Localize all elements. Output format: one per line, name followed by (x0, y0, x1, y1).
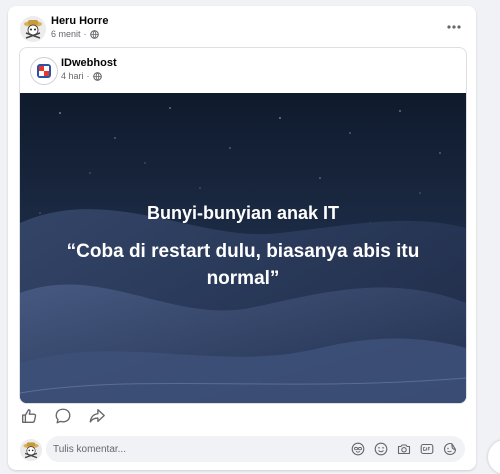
meta-separator: · (86, 71, 90, 81)
share-button[interactable] (88, 407, 106, 425)
avatar-sticker-icon[interactable] (351, 442, 365, 456)
comment-input[interactable] (53, 436, 343, 462)
image-quote: “Coba di restart dulu, biasanya abis itu… (66, 241, 420, 289)
floating-action-button[interactable] (488, 440, 500, 474)
commenter-avatar[interactable] (20, 439, 42, 461)
author-avatar[interactable] (20, 16, 46, 42)
more-options-button[interactable] (444, 17, 464, 33)
post-card: Heru Horre 6 menit · IDwebhost 4 hari · (8, 6, 476, 470)
shared-meta: 4 hari · (61, 71, 102, 81)
comment-tools (351, 442, 457, 456)
image-title: Bunyi-bunyian anak IT (146, 203, 340, 223)
comment-icon (55, 408, 71, 424)
author-name[interactable]: Heru Horre (51, 15, 108, 27)
camera-icon[interactable] (397, 442, 411, 456)
page-name[interactable]: IDwebhost (61, 57, 117, 69)
shared-post[interactable]: IDwebhost 4 hari · Bunyi-bunyian anak IT… (19, 47, 467, 404)
globe-icon (89, 29, 99, 39)
more-horizontal-icon (447, 16, 461, 34)
page-logo[interactable] (30, 57, 58, 85)
post-image[interactable]: Bunyi-bunyian anak IT “Coba di restart d… (20, 93, 466, 403)
gif-icon[interactable] (420, 442, 434, 456)
shared-time[interactable]: 4 hari (61, 71, 84, 81)
share-icon (89, 409, 105, 423)
sticker-icon[interactable] (443, 442, 457, 456)
like-icon (22, 409, 37, 423)
comment-box (46, 436, 465, 462)
meta-separator: · (83, 29, 87, 39)
comment-button[interactable] (54, 407, 72, 425)
idwebhost-logo-icon (37, 64, 51, 78)
emoji-icon[interactable] (374, 442, 388, 456)
post-meta: 6 menit · (51, 29, 99, 39)
globe-icon (92, 71, 102, 81)
post-actions (20, 407, 106, 425)
like-button[interactable] (20, 407, 38, 425)
post-time[interactable]: 6 menit (51, 29, 81, 39)
